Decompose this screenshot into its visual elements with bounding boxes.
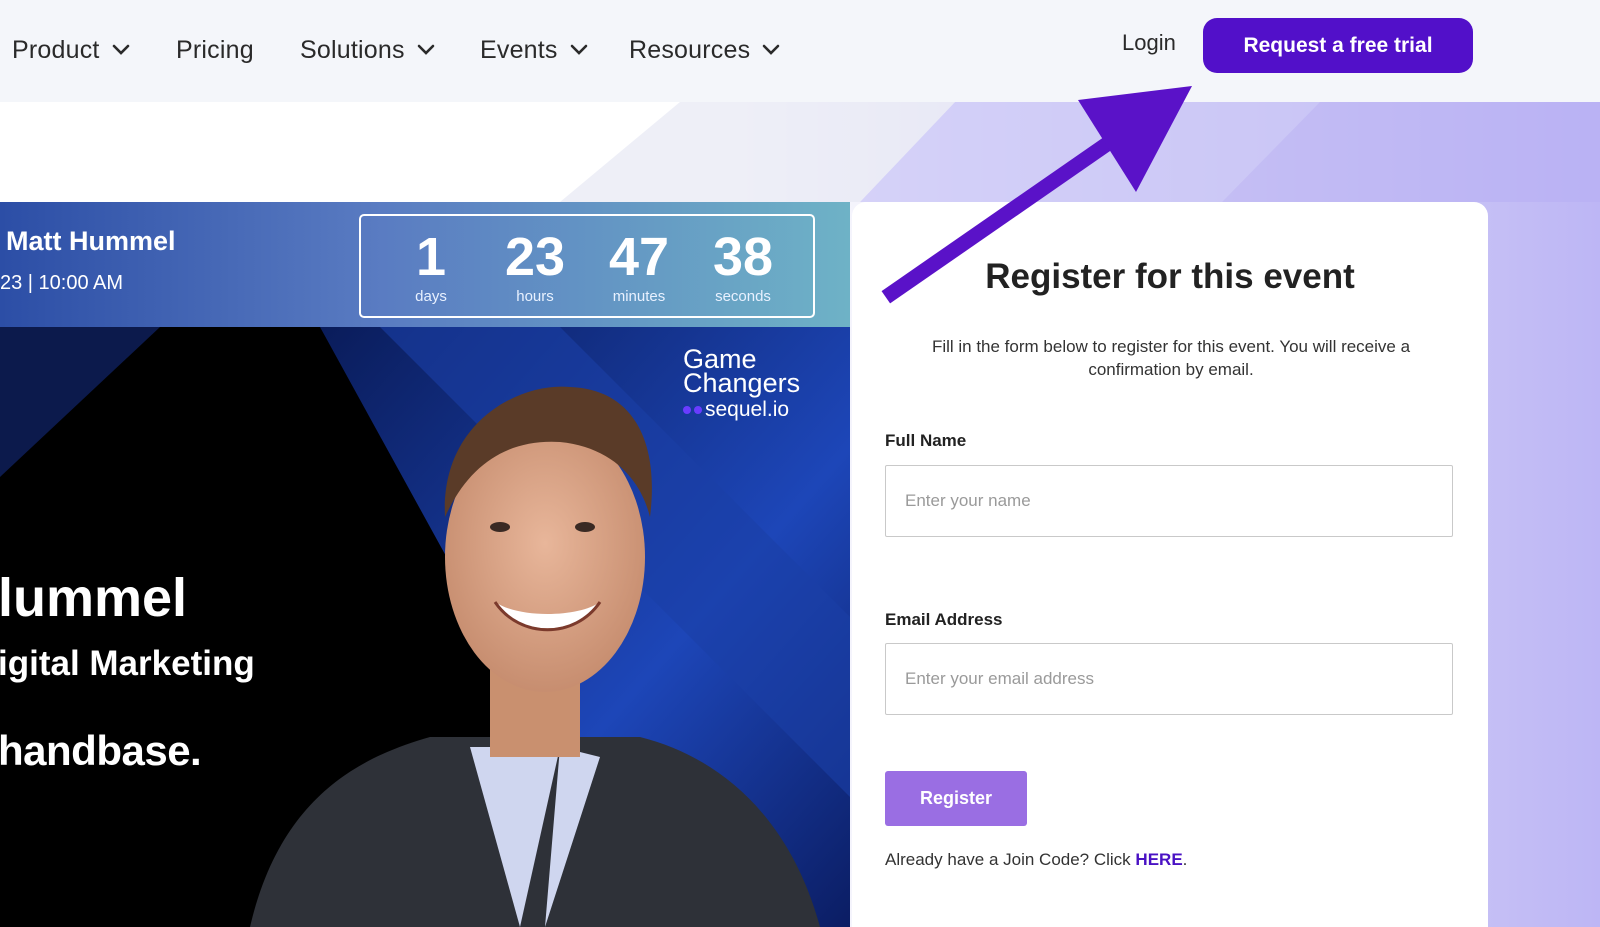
join-code-suffix: . [1182, 850, 1188, 869]
dot-icon [683, 406, 691, 414]
chevron-down-icon [762, 41, 780, 59]
banner-speaker-title: igital Marketing [0, 644, 255, 683]
banner-company-logo: handbase. [0, 727, 202, 774]
join-code-prefix: Already have a Join Code? Click [885, 850, 1136, 869]
nav-item-label: Pricing [176, 35, 254, 64]
sequel-logo-text: sequel.io [705, 398, 790, 421]
countdown-hours-value: 23 [504, 226, 566, 287]
countdown-seconds-label: seconds [715, 287, 771, 305]
nav-item-pricing[interactable]: Pricing [176, 30, 254, 70]
nav-item-label: Events [480, 35, 558, 64]
banner-speaker-name: lummel [0, 568, 188, 628]
countdown-hours: 23 hours [490, 228, 580, 305]
nav-item-label: Solutions [300, 35, 405, 64]
full-name-label: Full Name [885, 431, 967, 450]
chevron-down-icon [112, 41, 130, 59]
countdown-minutes-label: minutes [612, 287, 666, 305]
countdown-seconds-value: 38 [712, 226, 774, 287]
speaker-name: Matt Hummel [6, 226, 176, 256]
nav-item-product[interactable]: Product [12, 30, 130, 70]
join-code-link[interactable]: HERE [1135, 850, 1182, 869]
countdown-days: 1 days [386, 228, 476, 305]
countdown-days-value: 1 [415, 226, 447, 287]
dot-icon [694, 406, 702, 414]
countdown-seconds: 38 seconds [698, 228, 788, 305]
game-changers-logo: Game Changers [683, 346, 801, 398]
register-button[interactable]: Register [885, 771, 1027, 826]
top-navigation: Product Pricing Solutions Events Resourc… [0, 0, 1600, 102]
nav-item-solutions[interactable]: Solutions [300, 30, 435, 70]
countdown-days-label: days [415, 287, 447, 305]
form-description: Fill in the form below to register for t… [931, 337, 1411, 379]
chevron-down-icon [570, 41, 588, 59]
countdown-minutes-value: 47 [608, 226, 670, 287]
email-label: Email Address [885, 610, 1003, 629]
countdown-timer: 1 days 23 hours 47 minutes 38 seconds [359, 214, 815, 318]
full-name-input[interactable] [885, 465, 1453, 537]
chevron-down-icon [417, 41, 435, 59]
nav-item-label: Resources [629, 35, 751, 64]
logo-line-2: Changers [683, 368, 801, 398]
join-code-text: Already have a Join Code? Click HERE. [885, 850, 1187, 870]
form-title: Register for this event [985, 257, 1355, 296]
countdown-hours-label: hours [516, 287, 554, 305]
email-input[interactable] [885, 643, 1453, 715]
login-link[interactable]: Login [1122, 30, 1176, 56]
nav-item-events[interactable]: Events [480, 30, 588, 70]
nav-item-resources[interactable]: Resources [629, 30, 780, 70]
countdown-minutes: 47 minutes [594, 228, 684, 305]
event-datetime: 23 | 10:00 AM [0, 272, 124, 294]
nav-item-label: Product [12, 35, 100, 64]
request-free-trial-button[interactable]: Request a free trial [1203, 18, 1473, 73]
sequel-logo: sequel.io [683, 398, 789, 422]
